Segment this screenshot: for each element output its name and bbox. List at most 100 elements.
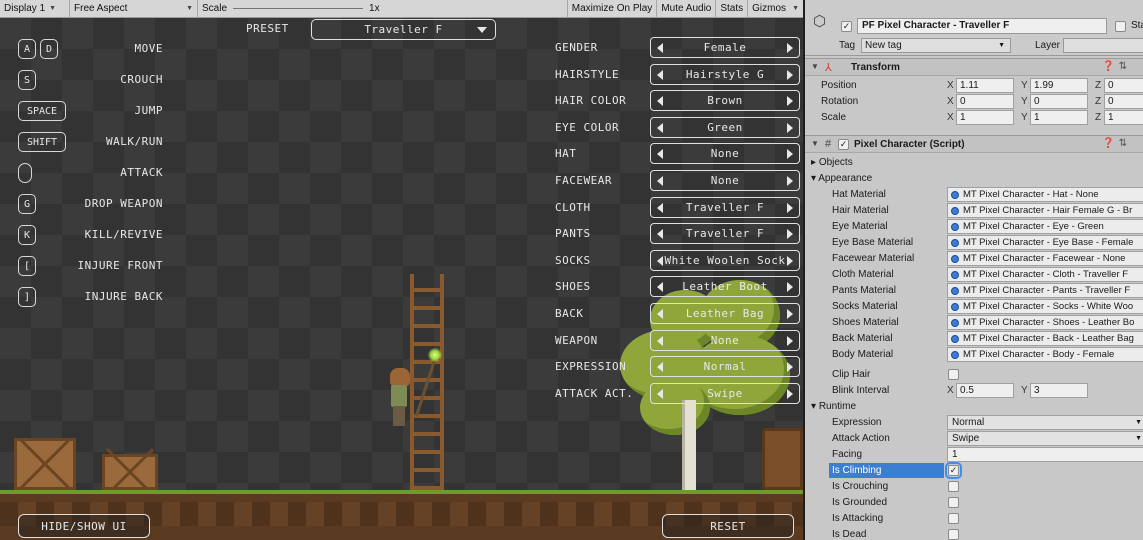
appearance-selector[interactable]: Traveller F	[650, 223, 800, 245]
blink-y-value[interactable]: 3	[1030, 383, 1088, 398]
scale-slider[interactable]: Scale 1x	[198, 0, 384, 18]
transform-header[interactable]: ▼ ⅄ Transform ❓⇅	[805, 58, 1143, 76]
arrow-left-icon[interactable]	[657, 229, 663, 240]
fold-arrow-icon[interactable]: ▼	[811, 62, 819, 71]
arrow-left-icon[interactable]	[657, 362, 663, 373]
static-checkbox[interactable]	[1115, 21, 1126, 32]
arrow-right-icon[interactable]	[787, 176, 793, 186]
is-attacking-checkbox[interactable]	[948, 513, 959, 524]
material-field[interactable]: MT Pixel Character - Hat - None	[947, 187, 1143, 202]
layer-dropdown[interactable]	[1063, 38, 1143, 53]
component-menu-icon[interactable]: ❓⇅	[1102, 138, 1131, 149]
arrow-left-icon[interactable]	[657, 282, 663, 293]
appearance-selector[interactable]: Brown	[650, 90, 800, 112]
arrow-left-icon[interactable]	[657, 202, 663, 213]
appearance-selector[interactable]: White Woolen Sock	[650, 249, 800, 271]
x-value[interactable]: 1	[956, 110, 1014, 125]
gizmos-toggle[interactable]: Gizmos ▼	[747, 0, 803, 18]
stats-toggle[interactable]: Stats	[715, 0, 747, 18]
appearance-selector[interactable]: Traveller F	[650, 196, 800, 218]
material-field[interactable]: MT Pixel Character - Back - Leather Bag	[947, 331, 1143, 346]
arrow-left-icon[interactable]	[657, 176, 663, 186]
attack-action-dropdown[interactable]: Swipe ▼	[947, 431, 1143, 446]
x-field[interactable]: X0	[947, 94, 1017, 109]
scale-slider-track[interactable]	[233, 8, 364, 9]
preset-dropdown[interactable]: Traveller F	[311, 19, 496, 40]
arrow-right-icon[interactable]	[787, 202, 793, 213]
y-field[interactable]: Y0	[1021, 94, 1091, 109]
material-field[interactable]: MT Pixel Character - Socks - White Woo	[947, 299, 1143, 314]
material-field[interactable]: MT Pixel Character - Body - Female	[947, 347, 1143, 362]
arrow-left-icon[interactable]	[657, 43, 663, 53]
reset-button[interactable]: RESET	[662, 514, 794, 538]
arrow-right-icon[interactable]	[787, 96, 793, 107]
material-field[interactable]: MT Pixel Character - Pants - Traveller F	[947, 283, 1143, 298]
appearance-selector[interactable]: Swipe	[650, 382, 800, 404]
arrow-left-icon[interactable]	[657, 96, 663, 107]
x-value[interactable]: 0	[956, 94, 1014, 109]
material-field[interactable]: MT Pixel Character - Facewear - None	[947, 251, 1143, 266]
arrow-right-icon[interactable]	[787, 69, 793, 80]
x-field[interactable]: X 0.5	[947, 383, 1017, 398]
arrow-right-icon[interactable]	[787, 255, 793, 266]
arrow-left-icon[interactable]	[657, 69, 663, 80]
z-value[interactable]: 0	[1104, 78, 1143, 93]
arrow-right-icon[interactable]	[787, 149, 793, 160]
blink-x-value[interactable]: 0.5	[956, 383, 1014, 398]
z-field[interactable]: Z0	[1095, 78, 1143, 93]
arrow-left-icon[interactable]	[657, 122, 663, 133]
aspect-dropdown[interactable]: Free Aspect ▼	[70, 0, 198, 18]
z-field[interactable]: Z1	[1095, 110, 1143, 125]
z-value[interactable]: 1	[1104, 110, 1143, 125]
arrow-right-icon[interactable]	[787, 362, 793, 373]
arrow-left-icon[interactable]	[657, 309, 663, 319]
arrow-right-icon[interactable]	[787, 229, 793, 240]
y-value[interactable]: 0	[1030, 94, 1088, 109]
material-field[interactable]: MT Pixel Character - Cloth - Traveller F	[947, 267, 1143, 282]
expression-dropdown[interactable]: Normal ▼	[947, 415, 1143, 430]
y-field[interactable]: Y1	[1021, 110, 1091, 125]
y-field[interactable]: Y 1.99	[1021, 78, 1091, 93]
appearance-foldout[interactable]: ▾ Appearance	[811, 173, 872, 184]
fold-arrow-icon[interactable]: ▼	[811, 139, 819, 148]
y-field[interactable]: Y3	[1021, 383, 1091, 398]
is-crouching-checkbox[interactable]	[948, 481, 959, 492]
arrow-left-icon[interactable]	[657, 388, 663, 399]
is-dead-checkbox[interactable]	[948, 529, 959, 540]
z-field[interactable]: Z0	[1095, 94, 1143, 109]
arrow-right-icon[interactable]	[787, 43, 793, 53]
pixel-character-script-header[interactable]: ▼ # ✓ Pixel Character (Script) ❓⇅	[805, 135, 1143, 153]
material-field[interactable]: MT Pixel Character - Hair Female G - Br	[947, 203, 1143, 218]
x-field[interactable]: X1	[947, 110, 1017, 125]
maximize-on-play-toggle[interactable]: Maximize On Play	[566, 0, 657, 18]
arrow-left-icon[interactable]	[657, 255, 663, 266]
appearance-selector[interactable]: None	[650, 170, 800, 191]
material-field[interactable]: MT Pixel Character - Eye Base - Female	[947, 235, 1143, 250]
is-climbing-checkbox[interactable]: ✓	[945, 462, 962, 479]
clip-hair-checkbox[interactable]	[948, 369, 959, 380]
appearance-selector[interactable]: Green	[650, 116, 800, 138]
arrow-right-icon[interactable]	[787, 309, 793, 319]
game-canvas[interactable]: A D MOVE S CROUCH SPACE JUMP SHIFT WALK/RUN ATTAC…	[0, 18, 803, 540]
y-value[interactable]: 1	[1030, 110, 1088, 125]
material-field[interactable]: MT Pixel Character - Eye - Green	[947, 219, 1143, 234]
script-enabled-checkbox[interactable]: ✓	[838, 139, 849, 150]
runtime-foldout[interactable]: ▾ Runtime	[811, 401, 856, 412]
arrow-right-icon[interactable]	[787, 388, 793, 399]
arrow-left-icon[interactable]	[657, 149, 663, 160]
appearance-selector[interactable]: Female	[650, 37, 800, 58]
arrow-right-icon[interactable]	[787, 335, 793, 346]
x-value[interactable]: 1.11	[956, 78, 1014, 93]
appearance-selector[interactable]: Leather Bag	[650, 303, 800, 324]
is-grounded-checkbox[interactable]	[948, 497, 959, 508]
arrow-right-icon[interactable]	[787, 282, 793, 293]
facing-field[interactable]: 1	[947, 447, 1143, 462]
y-value[interactable]: 1.99	[1030, 78, 1088, 93]
object-name-field[interactable]: PF Pixel Character - Traveller F	[857, 18, 1107, 34]
material-field[interactable]: MT Pixel Character - Shoes - Leather Bo	[947, 315, 1143, 330]
appearance-selector[interactable]: Normal	[650, 356, 800, 378]
appearance-selector[interactable]: None	[650, 143, 800, 165]
tag-dropdown[interactable]: New tag ▼	[861, 38, 1011, 53]
active-checkbox[interactable]: ✓	[841, 21, 852, 32]
objects-foldout[interactable]: ▸ Objects	[811, 157, 853, 168]
